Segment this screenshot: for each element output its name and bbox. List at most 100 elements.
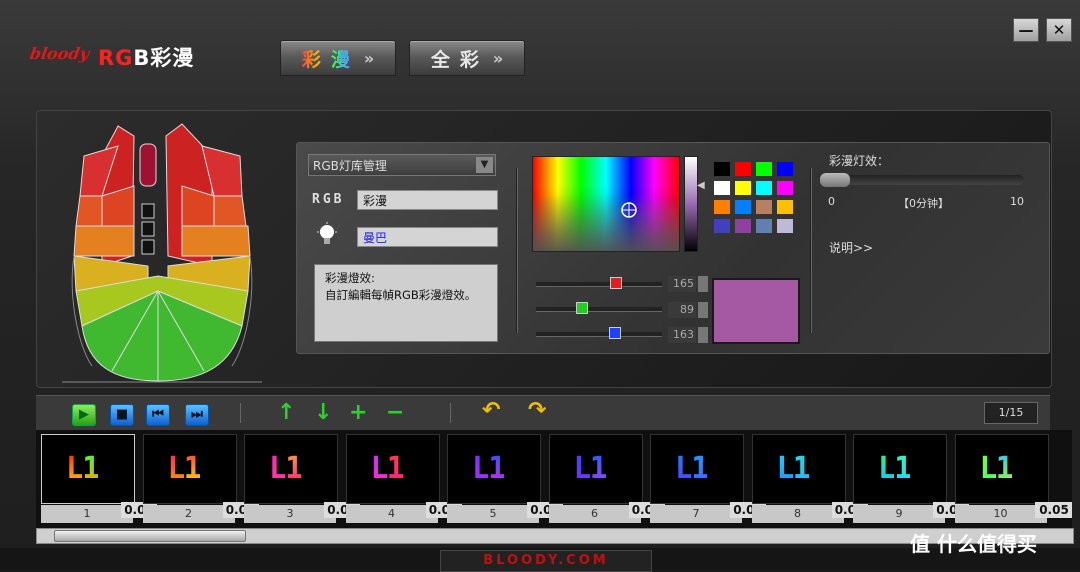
frame-number: 5 [447,505,539,523]
brightness-pointer-icon[interactable]: ◀ [697,180,705,191]
frame-preview-glyph: L1 [573,451,608,486]
blue-stepper[interactable] [698,327,708,343]
move-up-icon[interactable]: ↑ [277,400,295,425]
tab-colorful-label: 彩漫 [302,45,360,72]
divider [810,168,812,333]
green-slider-thumb[interactable] [575,302,588,314]
toolbar-divider [240,403,241,423]
frames-scrollbar-thumb[interactable] [54,530,246,542]
color-swatch[interactable] [735,200,751,214]
frame-thumbnail[interactable]: L1 [853,434,947,504]
move-down-icon[interactable]: ↓ [314,400,332,425]
redo-icon[interactable]: ↷ [528,398,546,423]
add-frame-icon[interactable]: + [349,400,367,425]
color-swatch[interactable] [777,200,793,214]
color-swatch[interactable] [756,162,772,176]
green-stepper[interactable] [698,302,708,318]
frame-number: 1 [41,505,133,523]
blue-slider-track[interactable] [536,332,662,337]
explain-link[interactable]: 说明>> [829,239,873,256]
chevron-right-icon: » [363,48,375,68]
mouse-illustration[interactable] [62,116,262,386]
frame-number: 6 [548,505,641,523]
frame-thumbnail[interactable]: L1 [447,434,541,504]
frame-preview-glyph: L1 [675,451,709,486]
blue-slider-thumb[interactable] [608,327,621,339]
page-counter: 1/15 [984,402,1038,424]
red-slider-thumb[interactable] [609,277,622,289]
color-swatch[interactable] [714,162,730,176]
chevron-down-icon[interactable]: ▼ [476,157,493,173]
crosshair-icon [621,202,637,218]
minimize-button[interactable]: — [1013,18,1039,42]
color-preview [712,278,800,344]
toolbar-divider [450,403,451,423]
close-button[interactable]: ✕ [1046,18,1072,42]
color-swatch[interactable] [756,200,772,214]
effect-value-label: 【0分钟】 [898,197,949,210]
color-swatch[interactable] [756,219,772,233]
product-title-rest: B彩漫 [133,46,195,70]
green-slider-track[interactable] [536,307,662,312]
tab-fullcolor[interactable]: 全彩 » [409,40,525,76]
frame-number: 9 [853,505,945,523]
green-value[interactable]: 89 [668,302,696,318]
red-stepper[interactable] [698,276,708,292]
effect-time-thumb[interactable] [820,173,850,187]
description-title: 彩漫燈效: [325,271,375,285]
bloody-site-link[interactable]: BLOODY.COM [440,550,652,572]
light-name-field[interactable]: 曼巴 [357,227,498,247]
frame-thumbnail[interactable]: L1 [142,434,237,504]
first-frame-button[interactable]: ⏮ [146,404,170,426]
color-swatch[interactable] [714,200,730,214]
frame-thumbnail[interactable]: L1 [548,434,643,504]
frame-preview-glyph: L1 [472,451,506,486]
red-value[interactable]: 165 [668,276,696,292]
frame-duration[interactable]: 0.05 [1036,502,1072,518]
color-spectrum[interactable] [532,156,680,252]
undo-icon[interactable]: ↶ [482,398,500,423]
brightness-slider[interactable] [684,156,698,252]
color-swatch[interactable] [714,181,730,195]
frame-preview-glyph: L1 [66,451,100,486]
stop-button[interactable]: ■ [110,404,134,426]
color-swatch[interactable] [735,219,751,233]
frame-thumbnail[interactable]: L1 [244,434,338,504]
frame-preview-glyph: L1 [370,451,405,486]
effect-label: 彩漫灯效： [829,154,890,168]
last-frame-button[interactable]: ⏭ [185,404,209,426]
color-swatch[interactable] [756,181,772,195]
color-swatch[interactable] [777,219,793,233]
frame-number: 8 [751,505,844,523]
frame-thumbnail[interactable]: L1 [751,434,846,504]
color-swatch[interactable] [714,219,730,233]
effect-time-slider[interactable] [820,175,1024,185]
frame-preview-glyph: L1 [878,451,912,486]
effect-name-field[interactable]: 彩漫 [357,190,498,210]
rgb-library-dropdown-label: RGB灯库管理 [313,159,387,173]
color-swatch[interactable] [735,181,751,195]
frame-number: 2 [142,505,235,523]
effect-min-label: 0 [828,195,835,208]
red-slider-track[interactable] [536,282,662,287]
remove-frame-icon[interactable]: − [386,400,404,425]
color-swatch[interactable] [777,162,793,176]
rgb-label: RGB [312,192,345,207]
product-title: RGB彩漫 [98,42,194,72]
effect-max-label: 10 [1010,195,1024,208]
rgb-library-dropdown[interactable]: RGB灯库管理 ▼ [308,154,496,176]
frame-preview-glyph: L1 [979,451,1014,486]
frame-thumbnail[interactable]: L1 [345,434,440,504]
description-text: 自訂編輯每幀RGB彩漫燈效。 [325,288,477,302]
color-swatch[interactable] [735,162,751,176]
blue-value[interactable]: 163 [668,327,696,343]
tab-colorful[interactable]: 彩漫 » [280,40,396,76]
color-swatch[interactable] [777,181,793,195]
frame-thumbnail[interactable]: L1 [41,434,135,504]
frame-thumbnail[interactable]: L1 [954,434,1049,504]
play-button[interactable]: ▶ [72,404,96,426]
frame-preview-glyph: L1 [269,451,303,486]
frame-thumbnail[interactable]: L1 [650,434,744,504]
bloody-logo: bloody [28,44,91,63]
frame-number: 4 [345,505,438,523]
